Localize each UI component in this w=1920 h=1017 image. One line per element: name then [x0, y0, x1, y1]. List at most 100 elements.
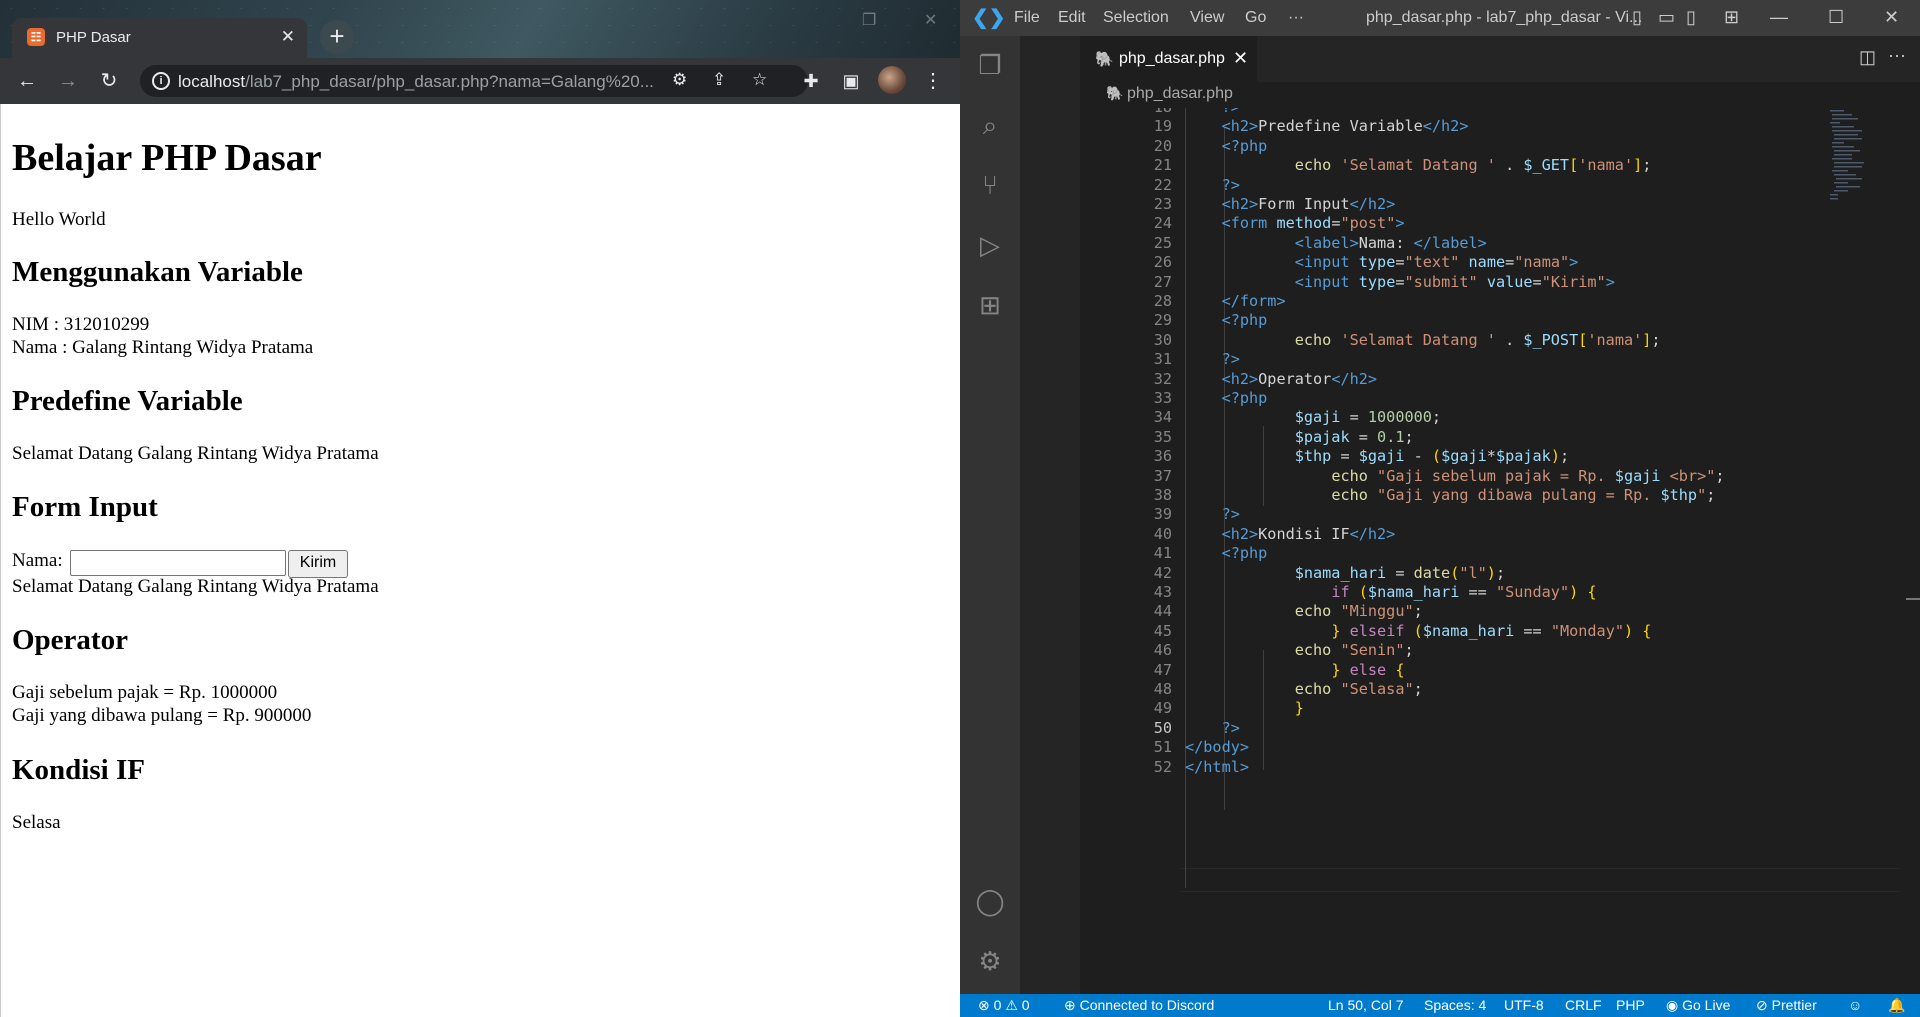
code-line[interactable]: $gaji = 1000000;: [1185, 408, 1441, 426]
customize-layout-icon[interactable]: ⊞: [1724, 7, 1739, 28]
url-text[interactable]: localhost/lab7_php_dasar/php_dasar.php?n…: [178, 72, 698, 92]
breadcrumb-file[interactable]: php_dasar.php: [1127, 85, 1233, 103]
line-ending[interactable]: CRLF: [1565, 997, 1602, 1013]
code-editor[interactable]: 18 ?> 19 <h2>Predefine Variable</h2> 20 <?…: [1080, 108, 1920, 994]
restore-icon[interactable]: ❐: [862, 10, 876, 30]
search-icon[interactable]: ⌕: [975, 110, 1005, 140]
run-debug-icon[interactable]: ▷: [975, 230, 1005, 260]
code-line[interactable]: ?>: [1185, 350, 1240, 368]
more-actions-icon[interactable]: ···: [1888, 45, 1906, 66]
kirim-button[interactable]: Kirim: [288, 550, 348, 578]
profile-avatar[interactable]: [878, 66, 906, 94]
new-tab-button[interactable]: +: [320, 20, 354, 54]
code-line[interactable]: } else {: [1185, 661, 1404, 679]
code-line[interactable]: <?php: [1185, 137, 1268, 155]
address-bar[interactable]: i localhost/lab7_php_dasar/php_dasar.php…: [140, 65, 808, 97]
code-line[interactable]: </form>: [1185, 292, 1286, 310]
code-line[interactable]: </html>: [1185, 758, 1249, 776]
scrollbar-thumb[interactable]: [1906, 598, 1920, 600]
go-live[interactable]: ◉ Go Live: [1666, 997, 1730, 1014]
translate-icon[interactable]: ⚙: [672, 70, 687, 90]
code-line[interactable]: $thp = $gaji - ($gaji*$pajak);: [1185, 447, 1569, 465]
code-line[interactable]: ?>: [1185, 108, 1240, 116]
split-editor-icon[interactable]: ◫: [1859, 47, 1876, 68]
back-icon[interactable]: ←: [14, 68, 40, 94]
code-line[interactable]: echo 'Selamat Datang ' . $_POST['nama'];: [1185, 331, 1661, 349]
close-icon[interactable]: ✕: [1884, 7, 1899, 28]
code-line[interactable]: <form method="post">: [1185, 214, 1405, 232]
menu-selection[interactable]: Selection: [1103, 9, 1169, 27]
feedback-icon[interactable]: ☺: [1848, 997, 1862, 1013]
toggle-secondary-sidebar-icon[interactable]: ▯: [1686, 7, 1696, 28]
code-line[interactable]: <?php: [1185, 544, 1268, 562]
extensions-icon[interactable]: ⊞: [975, 290, 1005, 320]
code-line[interactable]: }: [1185, 699, 1304, 717]
tab-label: php_dasar.php: [1119, 50, 1225, 67]
code-line[interactable]: </body>: [1185, 738, 1249, 756]
code-line[interactable]: ?>: [1185, 719, 1240, 737]
menu-edit[interactable]: Edit: [1058, 9, 1086, 27]
source-control-icon[interactable]: ⑂: [975, 170, 1005, 200]
forward-icon[interactable]: →: [55, 68, 81, 94]
cursor-position[interactable]: Ln 50, Col 7: [1328, 997, 1404, 1013]
minimize-icon[interactable]: —: [1770, 7, 1788, 28]
code-line[interactable]: <input type="text" name="nama">: [1185, 253, 1579, 271]
line-number: 52: [1153, 757, 1172, 776]
code-line[interactable]: <?php: [1185, 311, 1268, 329]
code-line[interactable]: <h2>Form Input</h2>: [1185, 195, 1396, 213]
prettier[interactable]: ⊘ Prettier: [1756, 997, 1817, 1014]
minimap[interactable]: [1828, 108, 1888, 218]
chrome-menu-icon[interactable]: ⋮: [920, 68, 946, 94]
language-mode[interactable]: PHP: [1616, 997, 1645, 1013]
code-line[interactable]: echo "Senin";: [1185, 641, 1414, 659]
browser-tab[interactable]: ☷ PHP Dasar ✕: [12, 18, 307, 58]
encoding[interactable]: UTF-8: [1504, 997, 1544, 1013]
code-line[interactable]: echo "Selasa";: [1185, 680, 1423, 698]
tab-php-dasar[interactable]: 🐘 php_dasar.php ✕: [1080, 36, 1257, 82]
line-number: 21: [1153, 156, 1172, 175]
menu-go[interactable]: Go: [1245, 9, 1266, 27]
accounts-icon[interactable]: ◯: [975, 886, 1005, 916]
nama-input[interactable]: [70, 550, 286, 576]
site-info-icon[interactable]: i: [152, 72, 170, 90]
toggle-panel-icon[interactable]: ▭: [1658, 7, 1675, 28]
extensions-icon[interactable]: ✚: [798, 68, 824, 94]
discord-status[interactable]: ⊕ Connected to Discord: [1064, 997, 1214, 1014]
notifications-bell-icon[interactable]: 🔔: [1888, 997, 1905, 1014]
toggle-sidebar-icon[interactable]: ▯: [1632, 7, 1642, 28]
problems-indicator[interactable]: ⊗ 0 ⚠ 0: [978, 997, 1030, 1014]
code-line[interactable]: $nama_hari = date("l");: [1185, 564, 1505, 582]
code-line[interactable]: echo "Minggu";: [1185, 602, 1423, 620]
indentation[interactable]: Spaces: 4: [1424, 997, 1486, 1013]
code-line[interactable]: <h2>Predefine Variable</h2>: [1185, 117, 1469, 135]
tab-close-icon[interactable]: ✕: [1233, 48, 1248, 69]
code-line[interactable]: <label>Nama: </label>: [1185, 234, 1487, 252]
code-line[interactable]: } elseif ($nama_hari == "Monday") {: [1185, 622, 1651, 640]
tab-close-icon[interactable]: ✕: [281, 27, 295, 47]
reload-icon[interactable]: ↻: [96, 68, 122, 94]
maximize-icon[interactable]: ☐: [1828, 7, 1844, 28]
web-page: Belajar PHP Dasar Hello World Menggunaka…: [0, 104, 959, 1017]
settings-gear-icon[interactable]: ⚙: [975, 946, 1005, 976]
code-line[interactable]: echo "Gaji sebelum pajak = Rp. $gaji <br…: [1185, 467, 1724, 485]
code-line[interactable]: <h2>Kondisi IF</h2>: [1185, 525, 1396, 543]
close-window-icon[interactable]: ✕: [924, 10, 937, 30]
menu-more[interactable]: ···: [1288, 9, 1304, 27]
code-line[interactable]: ?>: [1185, 176, 1240, 194]
code-line[interactable]: echo "Gaji yang dibawa pulang = Rp. $thp…: [1185, 486, 1715, 504]
code-line[interactable]: ?>: [1185, 505, 1240, 523]
code-line[interactable]: <input type="submit" value="Kirim">: [1185, 273, 1615, 291]
heading-variable: Menggunakan Variable: [12, 256, 303, 288]
share-icon[interactable]: ⇪: [712, 70, 726, 90]
menu-file[interactable]: File: [1014, 9, 1040, 27]
code-line[interactable]: echo 'Selamat Datang ' . $_GET['nama'];: [1185, 156, 1652, 174]
side-panel-icon[interactable]: ▣: [838, 68, 864, 94]
line-number: 35: [1153, 427, 1172, 446]
code-line[interactable]: $pajak = 0.1;: [1185, 428, 1414, 446]
code-line[interactable]: <?php: [1185, 389, 1268, 407]
menu-view[interactable]: View: [1190, 9, 1224, 27]
code-line[interactable]: <h2>Operator</h2>: [1185, 370, 1377, 388]
code-line[interactable]: if ($nama_hari == "Sunday") {: [1185, 583, 1596, 601]
bookmark-star-icon[interactable]: ☆: [752, 70, 767, 90]
explorer-icon[interactable]: ❐: [975, 50, 1005, 80]
